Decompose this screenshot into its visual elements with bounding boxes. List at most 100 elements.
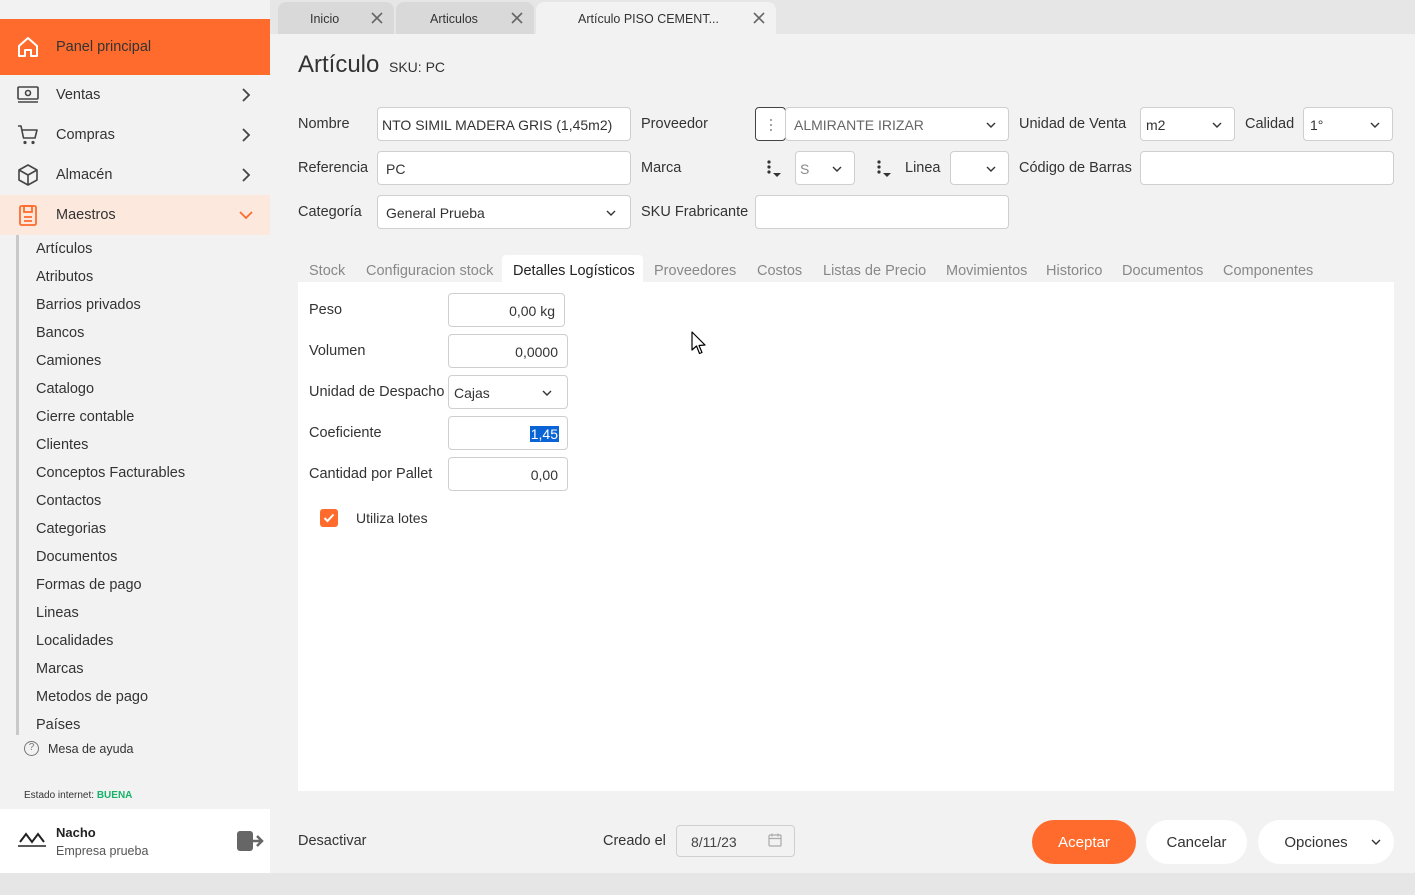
volumen-label: Volumen [309,343,366,359]
unidad-despacho-select[interactable]: Cajas [448,375,568,409]
categoria-value: General Prueba [386,205,485,221]
cantidad-pallet-label: Cantidad por Pallet [309,466,433,482]
utiliza-lotes-label: Utiliza lotes [356,510,428,526]
nav-compras[interactable]: Compras [0,115,270,155]
tab-proveedores[interactable]: Proveedores [654,263,736,279]
user-card: Nacho Empresa prueba [0,809,270,873]
internet-status-label: Estado internet: [24,790,95,801]
marca-select[interactable]: S [795,151,855,185]
codigo-barras-label: Código de Barras [1019,160,1132,176]
linea-label: Linea [905,160,941,176]
nav-panel-label: Panel principal [56,39,152,55]
tab-detalles-logisticos[interactable]: Detalles Logísticos [513,263,635,279]
volumen-input[interactable]: 0,0000 [448,334,568,368]
chevron-down-icon [986,166,996,172]
coeficiente-value: 1,45 [529,426,559,442]
creado-label: Creado el [603,833,666,849]
desactivar-button[interactable]: Desactivar [298,833,367,849]
unidad-despacho-value: Cajas [454,385,490,401]
internet-status-value: BUENA [96,790,133,801]
help-icon: ? [24,741,39,756]
submenu-item-marcas[interactable]: Marcas [36,661,84,677]
submenu-item-cierre-contable[interactable]: Cierre contable [36,409,134,425]
calendar-icon [768,833,782,847]
sku-fabricante-input[interactable] [755,195,1009,229]
tab-inicio-label: Inicio [310,12,340,26]
close-icon[interactable] [752,11,766,25]
close-icon[interactable] [510,11,524,25]
submenu-item-metodos-de-pago[interactable]: Metodos de pago [36,689,148,705]
marca-options-icon[interactable] [764,159,786,185]
submenu-item-lineas[interactable]: Lineas [36,605,79,621]
home-icon [18,37,38,57]
proveedor-options-button[interactable] [755,107,786,141]
categoria-select[interactable]: General Prueba [377,195,631,229]
tab-stock[interactable]: Stock [309,263,345,279]
marca-value: S [800,161,810,177]
chevron-right-icon [242,128,251,142]
linea-select[interactable] [950,151,1009,185]
unidad-venta-select[interactable]: m2 [1140,107,1235,141]
nav-maestros[interactable]: Maestros [0,195,270,235]
submenu-item-bancos[interactable]: Bancos [36,325,84,341]
cantidad-pallet-value: 0,00 [530,467,558,483]
aceptar-button[interactable]: Aceptar [1032,820,1136,864]
chevron-down-icon [542,390,552,396]
nav-panel-principal[interactable]: Panel principal [0,19,270,75]
tab-articulo-detalle[interactable]: Artículo PISO CEMENT... [536,2,776,34]
submenu-item-contactos[interactable]: Contactos [36,493,101,509]
submenu-item-articulos[interactable]: Artículos [36,241,92,257]
nav-ventas-label: Ventas [56,87,101,103]
submenu-item-documentos[interactable]: Documentos [36,549,117,565]
tab-costos[interactable]: Costos [757,263,802,279]
tab-documentos[interactable]: Documentos [1122,263,1203,279]
submenu-item-clientes[interactable]: Clientes [36,437,88,453]
chevron-down-icon [986,122,996,128]
submenu-item-catalogo[interactable]: Catalogo [36,381,94,397]
peso-input[interactable]: 0,00 kg [448,293,565,327]
proveedor-label: Proveedor [641,116,708,132]
tab-articulos[interactable]: Articulos [396,2,534,34]
aceptar-label: Aceptar [1058,833,1110,851]
submenu-item-atributos[interactable]: Atributos [36,269,93,285]
codigo-barras-input[interactable] [1140,151,1394,185]
tab-componentes[interactable]: Componentes [1223,263,1313,279]
tab-movimientos[interactable]: Movimientos [946,263,1027,279]
utiliza-lotes-checkbox[interactable] [320,509,338,527]
submenu-item-categorias[interactable]: Categorias [36,521,106,537]
submenu-item-conceptos-facturables[interactable]: Conceptos Facturables [36,465,185,481]
opciones-label: Opciones [1284,833,1348,851]
tab-historico[interactable]: Historico [1046,263,1102,279]
nav-ventas[interactable]: Ventas [0,75,270,115]
maestros-submenu: Artículos Atributos Barrios privados Ban… [16,235,270,735]
submenu-item-localidades[interactable]: Localidades [36,633,113,649]
internet-status: Estado internet: BUENA [24,790,132,801]
opciones-button[interactable]: Opciones [1258,820,1394,864]
logout-icon[interactable] [236,829,264,853]
cancelar-label: Cancelar [1166,833,1227,851]
creado-value: 8/11/23 [691,834,737,850]
close-icon[interactable] [370,11,384,25]
linea-options-icon[interactable] [874,159,896,185]
tab-inicio[interactable]: Inicio [278,2,394,34]
nombre-input[interactable]: NTO SIMIL MADERA GRIS (1,45m2) [377,107,631,141]
proveedor-select[interactable]: ALMIRANTE IRIZAR [785,107,1009,141]
submenu-item-paises[interactable]: Países [36,717,80,733]
sidebar: Panel principal Ventas Compras Almacén M… [0,0,270,873]
cancelar-button[interactable]: Cancelar [1146,820,1247,864]
submenu-item-formas-de-pago[interactable]: Formas de pago [36,577,142,593]
submenu-item-camiones[interactable]: Camiones [36,353,101,369]
calidad-select[interactable]: 1° [1303,107,1393,141]
submenu-item-barrios-privados[interactable]: Barrios privados [36,297,141,313]
chevron-down-icon [1370,122,1380,128]
nav-compras-label: Compras [56,127,115,143]
help-desk-link[interactable]: ? Mesa de ayuda [24,741,133,756]
referencia-input[interactable]: PC [377,151,631,185]
coeficiente-input[interactable]: 1,45 [448,416,568,450]
categoria-label: Categoría [298,204,362,220]
nav-almacen[interactable]: Almacén [0,155,270,195]
cantidad-pallet-input[interactable]: 0,00 [448,457,568,491]
sku-label: SKU: PC [389,59,446,75]
tab-listas-de-precio[interactable]: Listas de Precio [823,263,926,279]
tab-configuracion-stock[interactable]: Configuracion stock [366,263,493,279]
